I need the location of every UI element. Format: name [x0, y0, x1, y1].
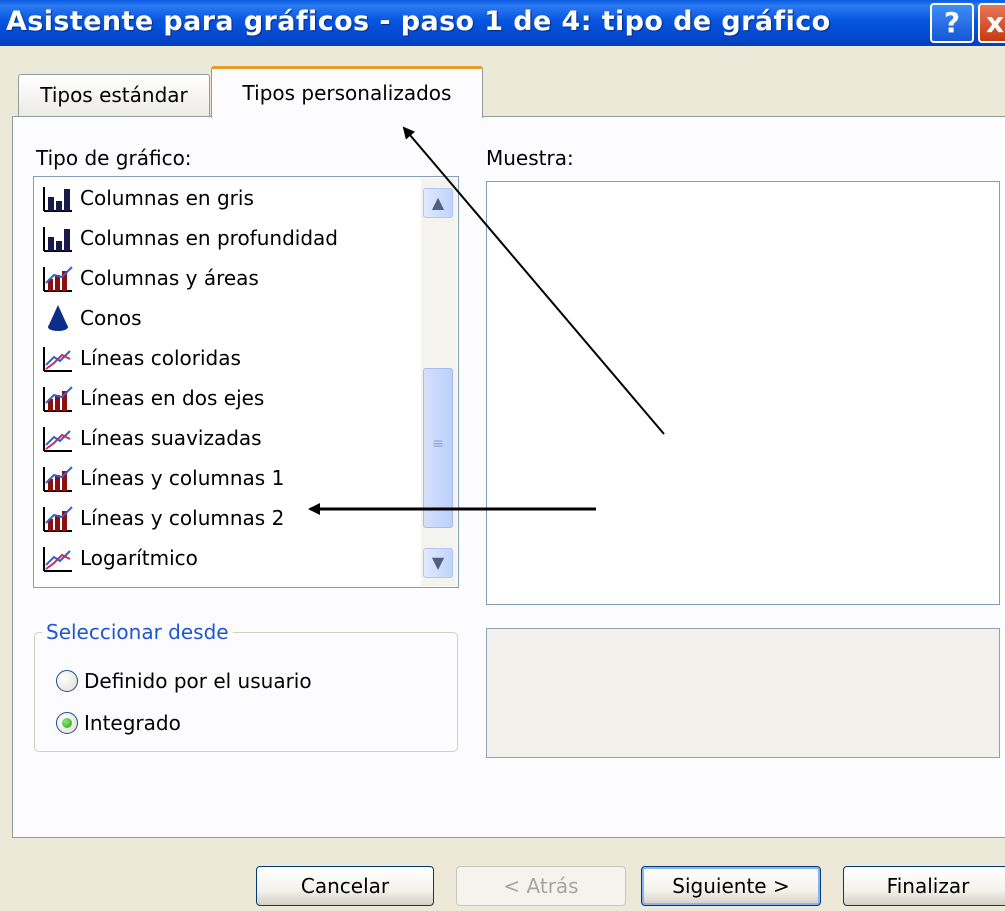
annotation-arrows: [308, 126, 665, 515]
arrow-to-custom-tab: [402, 126, 665, 435]
